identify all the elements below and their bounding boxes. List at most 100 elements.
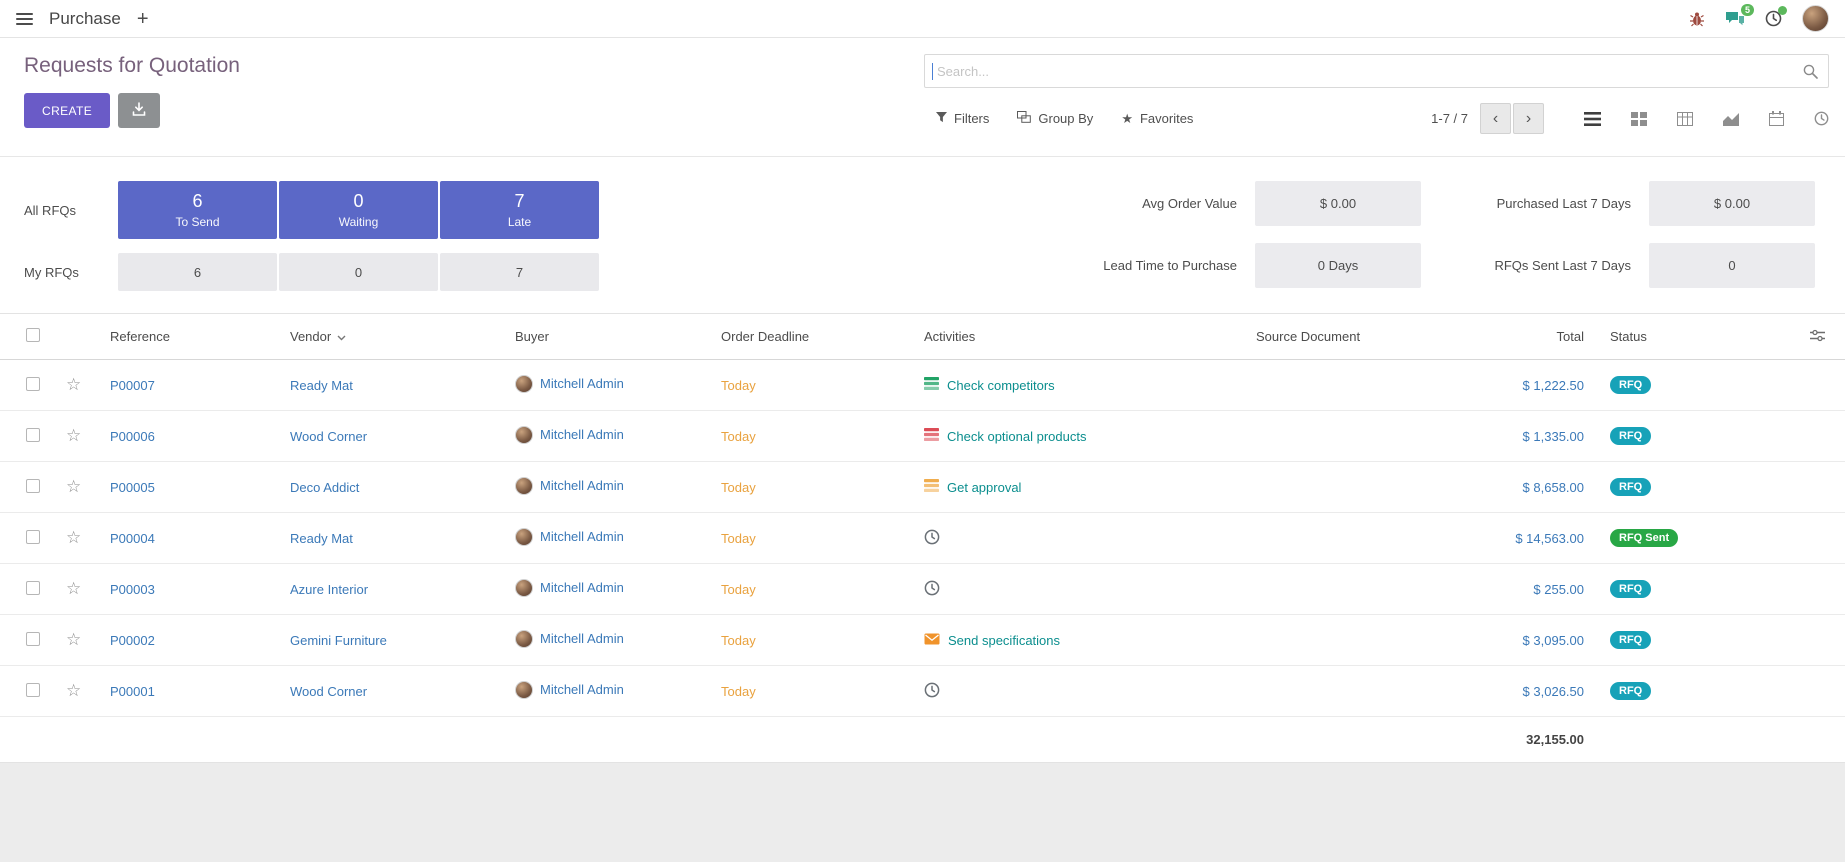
clock-activity-icon (924, 580, 940, 599)
favorite-star-icon[interactable]: ☆ (66, 477, 81, 496)
dashboard-tile-my-2[interactable]: 7 (440, 253, 599, 291)
header-reference[interactable]: Reference (102, 314, 282, 360)
reference-link[interactable]: P00001 (110, 684, 155, 699)
activity-cell[interactable]: Check competitors (924, 377, 1055, 393)
favorite-star-icon[interactable]: ☆ (66, 528, 81, 547)
row-checkbox[interactable] (26, 632, 40, 646)
messages-icon[interactable]: 5 (1725, 11, 1745, 27)
row-checkbox[interactable] (26, 581, 40, 595)
reference-link[interactable]: P00004 (110, 531, 155, 546)
buyer-link[interactable]: Mitchell Admin (540, 631, 624, 646)
table-row[interactable]: ☆ P00006 Wood Corner Mitchell Admin Toda… (0, 411, 1845, 462)
activity-view-icon[interactable] (1814, 111, 1829, 126)
vendor-link[interactable]: Gemini Furniture (290, 633, 387, 648)
select-all-checkbox[interactable] (26, 328, 40, 342)
user-avatar[interactable] (1802, 5, 1829, 32)
pager-previous-button[interactable]: ‹ (1480, 103, 1511, 134)
dashboard-tile-my-0[interactable]: 6 (118, 253, 277, 291)
row-checkbox[interactable] (26, 530, 40, 544)
header-activities[interactable]: Activities (916, 314, 1248, 360)
reference-link[interactable]: P00006 (110, 429, 155, 444)
create-button[interactable]: CREATE (24, 93, 110, 128)
favorite-star-icon[interactable]: ☆ (66, 630, 81, 649)
table-row[interactable]: ☆ P00002 Gemini Furniture Mitchell Admin… (0, 615, 1845, 666)
status-badge: RFQ (1610, 478, 1651, 496)
buyer-link[interactable]: Mitchell Admin (540, 478, 624, 493)
kanban-view-icon[interactable] (1631, 112, 1647, 126)
group-by-button[interactable]: Group By (1017, 111, 1093, 127)
dashboard-tile-my-1[interactable]: 0 (279, 253, 438, 291)
header-total[interactable]: Total (1432, 314, 1602, 360)
reference-link[interactable]: P00005 (110, 480, 155, 495)
header-buyer[interactable]: Buyer (507, 314, 713, 360)
filters-button[interactable]: Filters (936, 111, 989, 127)
buyer-link[interactable]: Mitchell Admin (540, 376, 624, 391)
table-row[interactable]: ☆ P00004 Ready Mat Mitchell Admin Today … (0, 513, 1845, 564)
metric-label: Purchased Last 7 Days (1431, 196, 1631, 211)
favorite-star-icon[interactable]: ☆ (66, 426, 81, 445)
favorites-button[interactable]: ★ Favorites (1121, 111, 1193, 127)
reference-link[interactable]: P00007 (110, 378, 155, 393)
status-badge: RFQ (1610, 376, 1651, 394)
search-input[interactable] (925, 64, 1828, 79)
favorite-star-icon[interactable]: ☆ (66, 681, 81, 700)
search-box (924, 54, 1829, 88)
all-rfqs-tiles: 6To Send0Waiting7Late (118, 181, 599, 239)
list-activity-icon (924, 377, 939, 393)
status-badge: RFQ (1610, 427, 1651, 445)
debug-bug-icon[interactable] (1689, 11, 1705, 27)
vendor-link[interactable]: Wood Corner (290, 429, 367, 444)
header-source-document[interactable]: Source Document (1248, 314, 1432, 360)
reference-link[interactable]: P00003 (110, 582, 155, 597)
favorite-star-icon[interactable]: ☆ (66, 375, 81, 394)
activities-clock-icon[interactable] (1765, 10, 1782, 27)
dashboard-tile-to-send[interactable]: 6To Send (118, 181, 277, 239)
export-button[interactable] (118, 93, 160, 128)
metric-label: RFQs Sent Last 7 Days (1431, 258, 1631, 273)
row-checkbox[interactable] (26, 683, 40, 697)
metric-label: Avg Order Value (1037, 196, 1237, 211)
dashboard-tile-late[interactable]: 7Late (440, 181, 599, 239)
list-view-icon[interactable] (1584, 112, 1601, 126)
total-amount: $ 3,095.00 (1523, 633, 1584, 648)
row-checkbox[interactable] (26, 428, 40, 442)
favorite-star-icon[interactable]: ☆ (66, 579, 81, 598)
buyer-link[interactable]: Mitchell Admin (540, 529, 624, 544)
pager-next-button[interactable]: › (1513, 103, 1544, 134)
vendor-link[interactable]: Azure Interior (290, 582, 368, 597)
apps-menu-icon[interactable] (16, 13, 33, 25)
header-status[interactable]: Status (1602, 314, 1752, 360)
vendor-link[interactable]: Ready Mat (290, 378, 353, 393)
table-row[interactable]: ☆ P00005 Deco Addict Mitchell Admin Toda… (0, 462, 1845, 513)
activity-cell[interactable] (924, 580, 948, 599)
rfq-list-view: Reference Vendor Buyer Order Deadline Ac… (0, 313, 1845, 763)
new-tab-plus-icon[interactable]: + (137, 9, 149, 29)
header-vendor[interactable]: Vendor (282, 314, 507, 360)
activity-cell[interactable]: Get approval (924, 479, 1021, 495)
activity-cell[interactable] (924, 682, 948, 701)
vendor-link[interactable]: Deco Addict (290, 480, 359, 495)
calendar-view-icon[interactable] (1769, 111, 1784, 126)
optional-columns-icon[interactable] (1810, 330, 1825, 345)
reference-link[interactable]: P00002 (110, 633, 155, 648)
buyer-link[interactable]: Mitchell Admin (540, 682, 624, 697)
vendor-link[interactable]: Ready Mat (290, 531, 353, 546)
activity-cell[interactable]: Check optional products (924, 428, 1086, 444)
table-row[interactable]: ☆ P00003 Azure Interior Mitchell Admin T… (0, 564, 1845, 615)
pivot-view-icon[interactable] (1677, 112, 1693, 126)
table-row[interactable]: ☆ P00007 Ready Mat Mitchell Admin Today … (0, 360, 1845, 411)
row-checkbox[interactable] (26, 479, 40, 493)
vendor-link[interactable]: Wood Corner (290, 684, 367, 699)
buyer-link[interactable]: Mitchell Admin (540, 427, 624, 442)
graph-view-icon[interactable] (1723, 112, 1739, 126)
table-row[interactable]: ☆ P00001 Wood Corner Mitchell Admin Toda… (0, 666, 1845, 717)
status-badge: RFQ (1610, 682, 1651, 700)
header-order-deadline[interactable]: Order Deadline (713, 314, 916, 360)
dashboard-tile-waiting[interactable]: 0Waiting (279, 181, 438, 239)
row-checkbox[interactable] (26, 377, 40, 391)
search-icon[interactable] (1803, 64, 1818, 82)
activity-cell[interactable] (924, 529, 948, 548)
app-name[interactable]: Purchase (49, 9, 121, 29)
buyer-link[interactable]: Mitchell Admin (540, 580, 624, 595)
activity-cell[interactable]: Send specifications (924, 633, 1060, 648)
